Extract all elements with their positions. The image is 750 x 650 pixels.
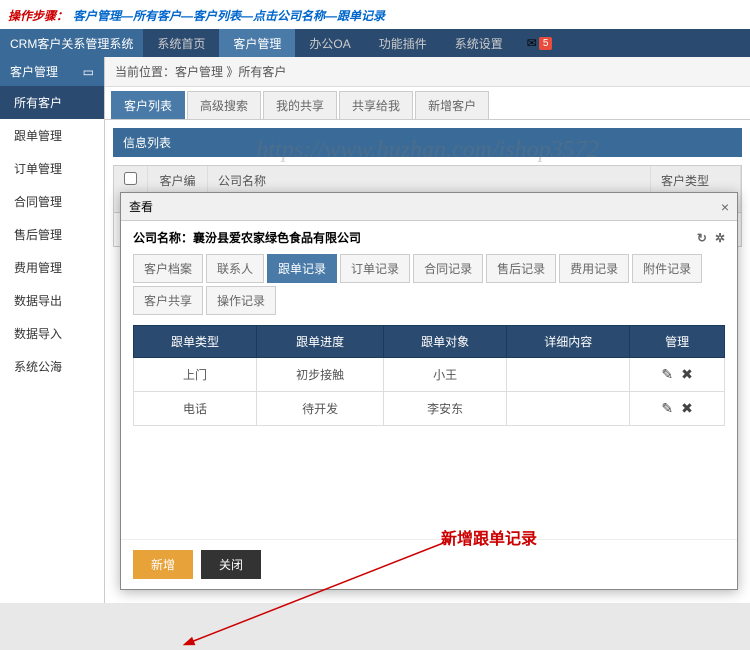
track-th: 管理 bbox=[630, 326, 725, 358]
detail-modal: 查看 × 公司名称：襄汾县爱农家绿色食品有限公司 ↻ ✲ 客户档案联系人跟单记录… bbox=[120, 192, 738, 590]
sidebar-item-3[interactable]: 合同管理 bbox=[0, 185, 104, 218]
track-cell-actions: ✎✖ bbox=[630, 358, 725, 392]
track-cell-progress: 初步接触 bbox=[257, 358, 384, 392]
modal-title-bar: 公司名称：襄汾县爱农家绿色食品有限公司 ↻ ✲ bbox=[121, 221, 737, 254]
subtab-1[interactable]: 高级搜索 bbox=[187, 91, 261, 119]
mail-count: 5 bbox=[539, 37, 553, 50]
modal-close-button[interactable]: × bbox=[721, 199, 729, 215]
sidebar-item-7[interactable]: 数据导入 bbox=[0, 317, 104, 350]
track-cell-type: 上门 bbox=[134, 358, 257, 392]
sidebar-title: 客户管理 bbox=[10, 63, 58, 80]
sidebar-item-2[interactable]: 订单管理 bbox=[0, 152, 104, 185]
topnav-item-1[interactable]: 客户管理 bbox=[219, 29, 295, 57]
edit-icon[interactable]: ✎ bbox=[661, 366, 673, 383]
track-cell-target: 小王 bbox=[384, 358, 507, 392]
subtabs: 客户列表高级搜索我的共享共享给我新增客户 bbox=[105, 87, 750, 120]
track-table-header: 跟单类型跟单进度跟单对象详细内容管理 bbox=[134, 326, 725, 358]
sidebar: 客户管理 ▭ 所有客户跟单管理订单管理合同管理售后管理费用管理数据导出数据导入系… bbox=[0, 57, 105, 603]
modal-footer: 新增 关闭 bbox=[121, 539, 737, 589]
track-cell-actions: ✎✖ bbox=[630, 392, 725, 426]
instruction-label: 操作步骤： bbox=[8, 9, 68, 23]
delete-icon[interactable]: ✖ bbox=[681, 366, 693, 383]
track-th: 跟单进度 bbox=[257, 326, 384, 358]
annotation-arrow bbox=[181, 420, 481, 650]
modal-tab-6[interactable]: 费用记录 bbox=[559, 254, 629, 283]
refresh-icon[interactable]: ↻ bbox=[697, 231, 707, 245]
add-button[interactable]: 新增 bbox=[133, 550, 193, 579]
modal-tab-5[interactable]: 售后记录 bbox=[486, 254, 556, 283]
topnav-item-4[interactable]: 系统设置 bbox=[441, 29, 517, 57]
sidebar-item-8[interactable]: 系统公海 bbox=[0, 350, 104, 383]
app-logo: CRM客户关系管理系统 bbox=[0, 29, 143, 57]
panel-title: 信息列表 bbox=[113, 128, 742, 157]
topnav-item-3[interactable]: 功能插件 bbox=[365, 29, 441, 57]
edit-icon[interactable]: ✎ bbox=[661, 400, 673, 417]
track-table: 跟单类型跟单进度跟单对象详细内容管理 上门初步接触小王✎✖电话待开发李安东✎✖ bbox=[133, 325, 725, 426]
sidebar-item-5[interactable]: 费用管理 bbox=[0, 251, 104, 284]
sidebar-toggle-icon[interactable]: ▭ bbox=[83, 65, 94, 79]
track-cell-progress: 待开发 bbox=[257, 392, 384, 426]
instruction-banner: 操作步骤： 客户管理—所有客户—客户列表—点击公司名称—跟单记录 bbox=[0, 0, 750, 29]
track-cell-target: 李安东 bbox=[384, 392, 507, 426]
sidebar-item-1[interactable]: 跟单管理 bbox=[0, 119, 104, 152]
sidebar-item-4[interactable]: 售后管理 bbox=[0, 218, 104, 251]
modal-header: 查看 × bbox=[121, 193, 737, 221]
track-cell-type: 电话 bbox=[134, 392, 257, 426]
topnav-item-2[interactable]: 办公OA bbox=[295, 29, 364, 57]
topnav-item-0[interactable]: 系统首页 bbox=[143, 29, 219, 57]
modal-tabs: 客户档案联系人跟单记录订单记录合同记录售后记录费用记录附件记录客户共享操作记录 bbox=[121, 254, 737, 315]
annotation-text: 新增跟单记录 bbox=[441, 525, 537, 549]
track-row: 电话待开发李安东✎✖ bbox=[134, 392, 725, 426]
gear-icon[interactable]: ✲ bbox=[715, 231, 725, 245]
modal-tab-3[interactable]: 订单记录 bbox=[340, 254, 410, 283]
mail-badge[interactable]: ✉ 5 bbox=[527, 36, 553, 50]
modal-tab-9[interactable]: 操作记录 bbox=[206, 286, 276, 315]
top-nav: 系统首页客户管理办公OA功能插件系统设置 bbox=[143, 29, 516, 57]
track-cell-detail bbox=[507, 358, 630, 392]
mail-icon: ✉ bbox=[527, 36, 537, 50]
sidebar-header: 客户管理 ▭ bbox=[0, 57, 104, 86]
instruction-path: 客户管理—所有客户—客户列表—点击公司名称—跟单记录 bbox=[73, 9, 385, 23]
track-th: 详细内容 bbox=[507, 326, 630, 358]
track-row: 上门初步接触小王✎✖ bbox=[134, 358, 725, 392]
subtab-0[interactable]: 客户列表 bbox=[111, 91, 185, 119]
modal-tab-2[interactable]: 跟单记录 bbox=[267, 254, 337, 283]
subtab-4[interactable]: 新增客户 bbox=[415, 91, 489, 119]
track-th: 跟单类型 bbox=[134, 326, 257, 358]
modal-body: 跟单类型跟单进度跟单对象详细内容管理 上门初步接触小王✎✖电话待开发李安东✎✖ … bbox=[121, 315, 737, 539]
modal-tab-4[interactable]: 合同记录 bbox=[413, 254, 483, 283]
delete-icon[interactable]: ✖ bbox=[681, 400, 693, 417]
modal-tab-1[interactable]: 联系人 bbox=[206, 254, 264, 283]
modal-title-value: 襄汾县爱农家绿色食品有限公司 bbox=[193, 231, 361, 245]
modal-tab-8[interactable]: 客户共享 bbox=[133, 286, 203, 315]
subtab-2[interactable]: 我的共享 bbox=[263, 91, 337, 119]
subtab-3[interactable]: 共享给我 bbox=[339, 91, 413, 119]
close-button[interactable]: 关闭 bbox=[201, 550, 261, 579]
top-navbar: CRM客户关系管理系统 系统首页客户管理办公OA功能插件系统设置 ✉ 5 bbox=[0, 29, 750, 57]
modal-tab-0[interactable]: 客户档案 bbox=[133, 254, 203, 283]
track-cell-detail bbox=[507, 392, 630, 426]
modal-header-title: 查看 bbox=[129, 198, 153, 215]
sidebar-item-6[interactable]: 数据导出 bbox=[0, 284, 104, 317]
select-all-checkbox[interactable] bbox=[124, 172, 137, 185]
sidebar-item-0[interactable]: 所有客户 bbox=[0, 86, 104, 119]
modal-title-prefix: 公司名称： bbox=[133, 231, 193, 245]
modal-tab-7[interactable]: 附件记录 bbox=[632, 254, 702, 283]
breadcrumb: 当前位置：客户管理 》所有客户 bbox=[105, 57, 750, 87]
track-th: 跟单对象 bbox=[384, 326, 507, 358]
